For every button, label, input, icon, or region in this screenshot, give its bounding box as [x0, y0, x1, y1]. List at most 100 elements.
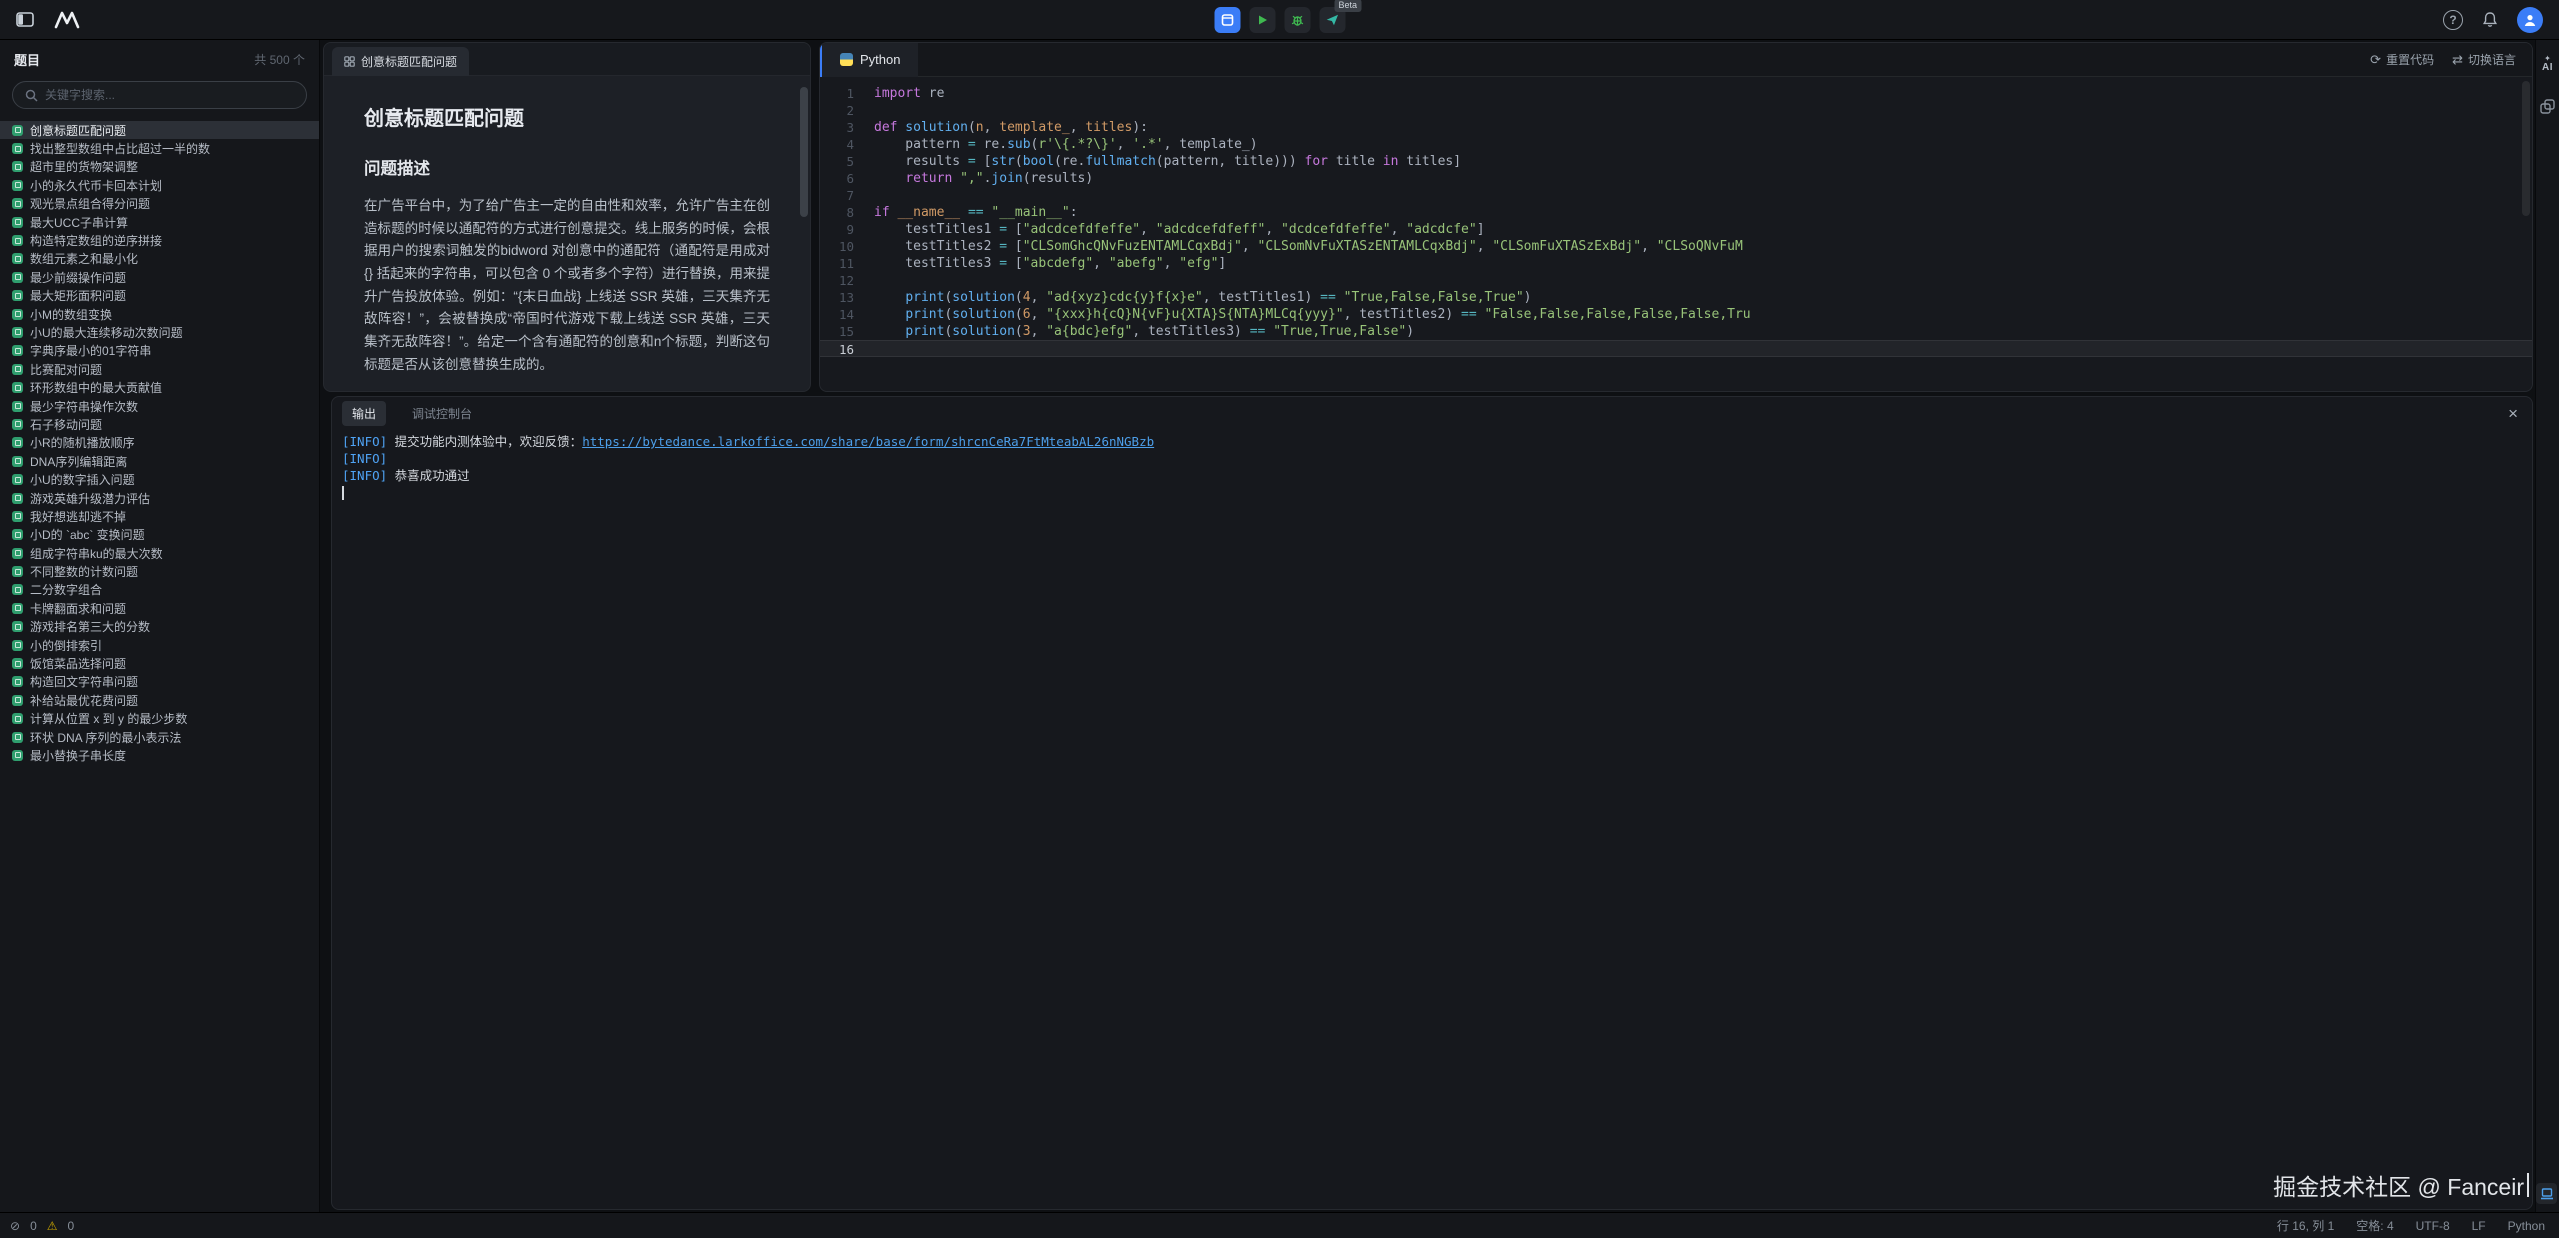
list-item[interactable]: 计算从位置 x 到 y 的最少步数	[0, 710, 319, 728]
list-item[interactable]: 组成字符串ku的最大次数	[0, 544, 319, 562]
switch-language-button[interactable]: ⇄ 切换语言	[2452, 51, 2516, 68]
problems-indicator[interactable]: ⊘ 0 ⚠ 0	[10, 1219, 74, 1233]
list-item[interactable]: 数组元素之和最小化	[0, 250, 319, 268]
list-item[interactable]: 石子移动问题	[0, 415, 319, 433]
debug-test-button[interactable]	[1284, 7, 1310, 33]
code-line[interactable]: 1import re	[820, 85, 2532, 102]
list-item[interactable]: 游戏排名第三大的分数	[0, 618, 319, 636]
list-item[interactable]: 卡牌翻面求和问题	[0, 599, 319, 617]
list-item[interactable]: 小U的数字插入问题	[0, 470, 319, 488]
code-line[interactable]: 12	[820, 272, 2532, 289]
list-item[interactable]: 不同整数的计数问题	[0, 562, 319, 580]
output-log[interactable]: [INFO] 提交功能内测体验中，欢迎反馈：https://bytedance.…	[332, 429, 2532, 504]
search-box[interactable]	[12, 81, 307, 109]
list-item[interactable]: 小M的数组变换	[0, 305, 319, 323]
list-item[interactable]: 环状 DNA 序列的最小表示法	[0, 728, 319, 746]
problem-label: 游戏排名第三大的分数	[30, 618, 150, 635]
help-button[interactable]: ?	[2443, 10, 2463, 30]
code-line[interactable]: 11 testTitles3 = ["abcdefg", "abefg", "e…	[820, 255, 2532, 272]
problem-icon	[12, 474, 23, 485]
python-tab[interactable]: Python	[820, 43, 918, 77]
code-line[interactable]: 15 print(solution(3, "a{bdc}efg", testTi…	[820, 323, 2532, 340]
code-line[interactable]: 8if __name__ == "__main__":	[820, 204, 2532, 221]
description-tab[interactable]: 创意标题匹配问题	[332, 47, 469, 76]
code-line-text: if __name__ == "__main__":	[874, 204, 1078, 221]
code-line[interactable]: 7	[820, 187, 2532, 204]
terminal-button[interactable]	[1214, 7, 1240, 33]
editor-scrollbar[interactable]	[2522, 81, 2530, 216]
language-mode[interactable]: Python	[2508, 1219, 2545, 1233]
sidebar-toggle-button[interactable]	[12, 7, 38, 33]
device-preview-button[interactable]	[2536, 1183, 2557, 1204]
list-item[interactable]: 最少前缀操作问题	[0, 268, 319, 286]
list-item[interactable]: 最大UCC子串计算	[0, 213, 319, 231]
code-line[interactable]: 6 return ",".join(results)	[820, 170, 2532, 187]
problem-label: 超市里的货物架调整	[30, 158, 138, 175]
line-number: 1	[820, 85, 854, 102]
list-item[interactable]: 构造特定数组的逆序拼接	[0, 231, 319, 249]
code-area[interactable]: 1import re23def solution(n, template_, t…	[820, 77, 2532, 357]
code-line[interactable]: 10 testTitles2 = ["CLSomGhcQNvFuzENTAMLC…	[820, 238, 2532, 255]
list-item[interactable]: 最少字符串操作次数	[0, 397, 319, 415]
code-line-text: print(solution(6, "{xxx}h{cQ}N{vF}u{XTA}…	[874, 306, 1751, 323]
user-avatar[interactable]	[2517, 7, 2543, 33]
problem-label: 小的永久代币卡回本计划	[30, 177, 162, 194]
list-item[interactable]: 小的永久代币卡回本计划	[0, 176, 319, 194]
list-item[interactable]: 游戏英雄升级潜力评估	[0, 489, 319, 507]
list-item[interactable]: 字典序最小的01字符串	[0, 342, 319, 360]
list-item[interactable]: 小D的 `abc` 变换问题	[0, 526, 319, 544]
problem-label: 小的倒排索引	[30, 637, 102, 654]
problem-label: 卡牌翻面求和问题	[30, 600, 126, 617]
list-item[interactable]: 超市里的货物架调整	[0, 158, 319, 176]
code-line[interactable]: 14 print(solution(6, "{xxx}h{cQ}N{vF}u{X…	[820, 306, 2532, 323]
close-button[interactable]: ×	[2508, 405, 2518, 422]
app-logo[interactable]	[54, 7, 80, 33]
code-line[interactable]: 2	[820, 102, 2532, 119]
list-item[interactable]: 最大矩形面积问题	[0, 287, 319, 305]
code-line[interactable]: 9 testTitles1 = ["adcdcefdfeffe", "adcdc…	[820, 221, 2532, 238]
indent-setting[interactable]: 空格: 4	[2356, 1217, 2393, 1234]
problem-label: 最大矩形面积问题	[30, 287, 126, 304]
problem-icon	[12, 511, 23, 522]
search-input[interactable]	[45, 88, 294, 102]
blocks-button[interactable]	[2540, 99, 2555, 114]
code-line[interactable]: 3def solution(n, template_, titles):	[820, 119, 2532, 136]
list-item[interactable]: 小的倒排索引	[0, 636, 319, 654]
list-item[interactable]: 环形数组中的最大贡献值	[0, 378, 319, 396]
list-item[interactable]: 补给站最优花费问题	[0, 691, 319, 709]
list-item[interactable]: 观光景点组合得分问题	[0, 195, 319, 213]
search-icon	[25, 89, 38, 102]
list-item[interactable]: 找出整型数组中占比超过一半的数	[0, 139, 319, 157]
list-item[interactable]: 饭馆菜品选择问题	[0, 654, 319, 672]
output-tab[interactable]: 输出	[342, 401, 386, 426]
list-item[interactable]: 创意标题匹配问题	[0, 121, 319, 139]
code-line[interactable]: 4 pattern = re.sub(r'\{.*?\}', '.*', tem…	[820, 136, 2532, 153]
problem-icon	[12, 143, 23, 154]
list-item[interactable]: 二分数字组合	[0, 581, 319, 599]
debug-console-tab[interactable]: 调试控制台	[402, 401, 482, 426]
run-button[interactable]	[1249, 7, 1275, 33]
code-line[interactable]: 5 results = [str(bool(re.fullmatch(patte…	[820, 153, 2532, 170]
list-item[interactable]: 小U的最大连续移动次数问题	[0, 323, 319, 341]
list-item[interactable]: 最小替换子串长度	[0, 746, 319, 764]
eol-setting[interactable]: LF	[2472, 1219, 2486, 1233]
list-item[interactable]: 构造回文字符串问题	[0, 673, 319, 691]
list-item[interactable]: 比赛配对问题	[0, 360, 319, 378]
line-number: 4	[820, 136, 854, 153]
output-caret	[342, 486, 344, 500]
code-line-text: testTitles1 = ["adcdcefdfeffe", "adcdcef…	[874, 221, 1485, 238]
code-line[interactable]: 13 print(solution(4, "ad{xyz}cdc{y}f{x}e…	[820, 289, 2532, 306]
ai-assistant-button[interactable]: ✦ AI	[2542, 54, 2553, 73]
log-line: [INFO] 提交功能内测体验中，欢迎反馈：https://bytedance.…	[342, 433, 2522, 450]
description-scrollbar[interactable]	[800, 87, 808, 217]
list-item[interactable]: 我好想逃却逃不掉	[0, 507, 319, 525]
list-item[interactable]: DNA序列编辑距离	[0, 452, 319, 470]
list-item[interactable]: 小R的随机播放顺序	[0, 434, 319, 452]
code-line[interactable]: 16	[820, 340, 2532, 357]
reset-code-button[interactable]: ⟳ 重置代码	[2370, 51, 2434, 68]
cursor-position[interactable]: 行 16, 列 1	[2277, 1217, 2334, 1234]
encoding-setting[interactable]: UTF-8	[2416, 1219, 2450, 1233]
feedback-link[interactable]: https://bytedance.larkoffice.com/share/b…	[582, 434, 1154, 449]
problem-icon	[12, 217, 23, 228]
notifications-button[interactable]	[2477, 7, 2503, 33]
